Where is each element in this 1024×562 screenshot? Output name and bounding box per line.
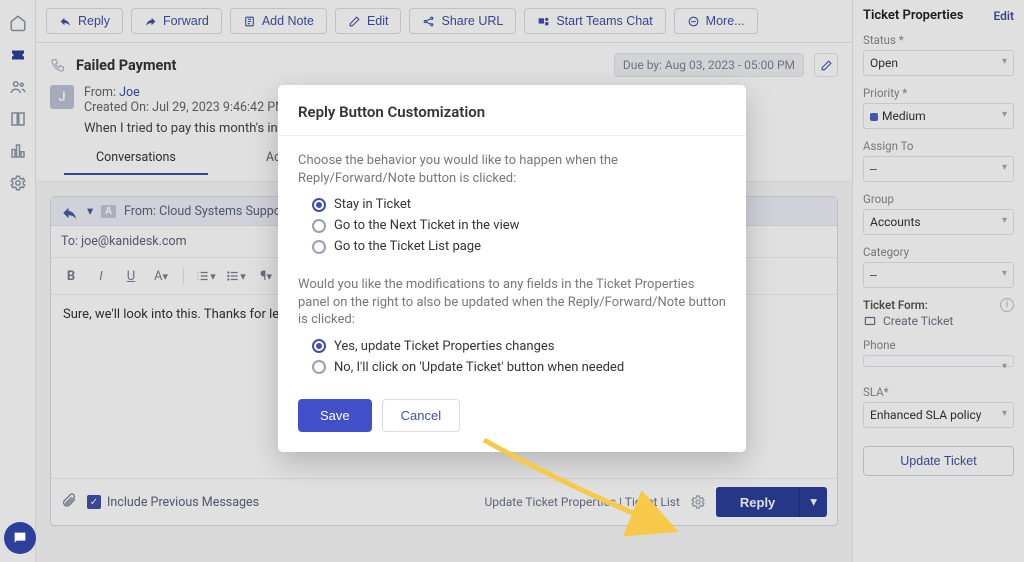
- more-label: More...: [706, 14, 745, 28]
- reports-icon[interactable]: [9, 142, 27, 160]
- teams-button[interactable]: Start Teams Chat: [524, 8, 665, 34]
- teams-label: Start Teams Chat: [556, 14, 652, 28]
- shareurl-label: Share URL: [441, 14, 503, 28]
- bold-button[interactable]: B: [59, 264, 83, 288]
- category-label: Category: [863, 245, 1014, 259]
- paragraph-button[interactable]: ¶▾: [254, 264, 278, 288]
- chevron-down-icon[interactable]: ▾: [87, 203, 93, 219]
- attach-icon[interactable]: [61, 492, 77, 512]
- reply-label: Reply: [78, 14, 110, 28]
- ticketform-label: Ticket Form:: [863, 298, 928, 312]
- edit-label: Edit: [367, 14, 389, 28]
- include-prev-checkbox[interactable]: ✓ Include Previous Messages: [87, 495, 259, 510]
- reply-customization-modal: Reply Button Customization Choose the be…: [278, 85, 746, 452]
- knowledge-icon[interactable]: [9, 110, 27, 128]
- status-select[interactable]: Open: [863, 50, 1014, 76]
- ticket-subject: Failed Payment: [76, 57, 604, 74]
- italic-button[interactable]: I: [89, 264, 113, 288]
- phone-label: Phone: [863, 338, 1014, 352]
- chat-fab[interactable]: [4, 522, 36, 554]
- status-label: Status *: [863, 33, 1014, 47]
- create-ticket-link[interactable]: Create Ticket: [863, 314, 1014, 328]
- footer-links: Update Ticket Properties | Ticket List: [484, 495, 679, 509]
- due-date-badge: Due by: Aug 03, 2023 - 05:00 PM: [614, 53, 804, 77]
- shareurl-button[interactable]: Share URL: [409, 8, 516, 34]
- from-name[interactable]: Joe: [119, 85, 140, 100]
- contacts-icon[interactable]: [9, 78, 27, 96]
- tab-conversations[interactable]: Conversations: [64, 142, 208, 175]
- more-button[interactable]: More...: [674, 8, 758, 34]
- radio-update-yes[interactable]: Yes, update Ticket Properties changes: [298, 339, 726, 354]
- phone-select[interactable]: [863, 355, 1014, 367]
- left-nav-rail: [0, 0, 36, 562]
- sla-label: SLA*: [863, 385, 1014, 399]
- reply-icon: [61, 204, 79, 218]
- composer-reply-dropdown[interactable]: ▾: [799, 487, 827, 517]
- from-label: From:: [84, 85, 119, 100]
- addnote-button[interactable]: Add Note: [230, 8, 327, 34]
- update-ticket-button[interactable]: Update Ticket: [863, 446, 1014, 476]
- category-select[interactable]: --: [863, 262, 1014, 288]
- gear-icon[interactable]: [690, 494, 706, 510]
- phone-icon: [50, 57, 66, 73]
- group-select[interactable]: Accounts: [863, 209, 1014, 235]
- forward-button[interactable]: Forward: [131, 8, 222, 34]
- composer-to-label: To:: [61, 234, 81, 249]
- info-icon[interactable]: i: [1000, 298, 1014, 312]
- edit-due-button[interactable]: [814, 53, 838, 77]
- action-toolbar: Reply Forward Add Note Edit Share URL St…: [36, 0, 852, 43]
- assignto-select[interactable]: --: [863, 156, 1014, 182]
- home-icon[interactable]: [9, 14, 27, 32]
- sla-select[interactable]: Enhanced SLA policy: [863, 402, 1014, 428]
- modal-title: Reply Button Customization: [278, 85, 746, 136]
- composer-from-label: From:: [124, 204, 159, 219]
- forward-label: Forward: [163, 14, 209, 28]
- underline-button[interactable]: U: [119, 264, 143, 288]
- priority-select[interactable]: Medium: [863, 103, 1014, 129]
- composer-reply-button[interactable]: Reply: [716, 487, 799, 517]
- requester-avatar: J: [50, 85, 74, 109]
- settings-icon[interactable]: [9, 174, 27, 192]
- modal-cancel-button[interactable]: Cancel: [382, 399, 460, 432]
- from-avatar-badge: A: [101, 205, 116, 218]
- radio-update-no[interactable]: No, I'll click on 'Update Ticket' button…: [298, 360, 726, 375]
- rp-title: Ticket Properties: [863, 8, 963, 23]
- ordered-list-button[interactable]: ▾: [194, 264, 218, 288]
- modal-question-2: Would you like the modifications to any …: [298, 276, 726, 329]
- reply-button[interactable]: Reply: [46, 8, 123, 34]
- rp-edit-link[interactable]: Edit: [993, 9, 1014, 23]
- addnote-label: Add Note: [262, 14, 314, 28]
- radio-stay-in-ticket[interactable]: Stay in Ticket: [298, 197, 726, 212]
- edit-button[interactable]: Edit: [335, 8, 402, 34]
- unordered-list-button[interactable]: ▾: [224, 264, 248, 288]
- ticket-properties-panel: Ticket Properties Edit Status * Open Prior…: [852, 0, 1024, 562]
- fontsize-button[interactable]: A▾: [149, 264, 173, 288]
- composer-to-value[interactable]: joe@kanidesk.com: [81, 234, 186, 249]
- group-label: Group: [863, 192, 1014, 206]
- radio-ticket-list[interactable]: Go to the Ticket List page: [298, 239, 726, 254]
- priority-label: Priority *: [863, 86, 1014, 100]
- radio-next-ticket[interactable]: Go to the Next Ticket in the view: [298, 218, 726, 233]
- assignto-label: Assign To: [863, 139, 1014, 153]
- modal-question-1: Choose the behavior you would like to ha…: [298, 152, 726, 187]
- modal-save-button[interactable]: Save: [298, 399, 372, 432]
- include-prev-label: Include Previous Messages: [107, 495, 259, 510]
- tickets-icon[interactable]: [9, 46, 27, 64]
